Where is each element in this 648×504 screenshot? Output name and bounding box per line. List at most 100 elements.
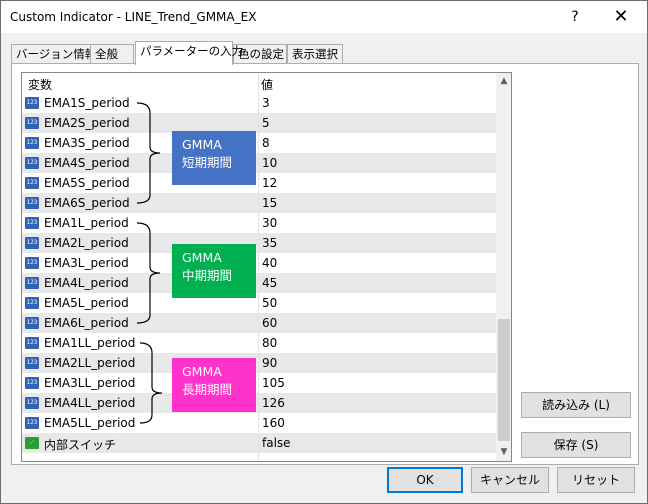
parameter-name: EMA2LL_period bbox=[44, 356, 136, 370]
gmma-long-label-line1: GMMA bbox=[182, 364, 222, 379]
load-button[interactable]: 読み込み (L) bbox=[521, 392, 631, 418]
parameter-name: EMA2L_period bbox=[44, 236, 129, 250]
integer-type-icon: 123 bbox=[25, 277, 39, 289]
integer-type-icon: 123 bbox=[25, 157, 39, 169]
parameter-name: EMA3S_period bbox=[44, 136, 130, 150]
table-row[interactable]: 123 EMA6S_period 15 bbox=[22, 193, 496, 213]
integer-type-icon: 123 bbox=[25, 357, 39, 369]
gmma-long-label-line2: 長期期間 bbox=[182, 382, 233, 397]
parameter-name: EMA3LL_period bbox=[44, 376, 136, 390]
parameter-value[interactable]: 3 bbox=[262, 96, 270, 110]
integer-type-icon: 123 bbox=[25, 97, 39, 109]
parameter-value[interactable]: 8 bbox=[262, 136, 270, 150]
header-variable: 変数 bbox=[28, 78, 53, 92]
parameter-value[interactable]: 90 bbox=[262, 356, 277, 370]
parameter-value[interactable]: 60 bbox=[262, 316, 277, 330]
table-row[interactable]: 123 EMA2LL_period 90 bbox=[22, 353, 496, 373]
custom-indicator-dialog: Custom Indicator - LINE_Trend_GMMA_EX ? … bbox=[0, 0, 648, 504]
parameter-value[interactable]: 160 bbox=[262, 416, 285, 430]
ok-button[interactable]: OK bbox=[387, 467, 463, 493]
scroll-thumb[interactable] bbox=[498, 319, 510, 441]
parameter-value[interactable]: 35 bbox=[262, 236, 277, 250]
gmma-mid-label-line1: GMMA bbox=[182, 250, 222, 265]
parameter-name: EMA6L_period bbox=[44, 316, 129, 330]
parameter-value[interactable]: 15 bbox=[262, 196, 277, 210]
help-button[interactable]: ? bbox=[561, 5, 589, 29]
scroll-down-arrow-icon[interactable]: ▼ bbox=[496, 444, 511, 461]
table-row[interactable]: 123 EMA2S_period 5 bbox=[22, 113, 496, 133]
parameter-name: EMA6S_period bbox=[44, 196, 130, 210]
parameter-value[interactable]: 30 bbox=[262, 216, 277, 230]
parameter-value[interactable]: 40 bbox=[262, 256, 277, 270]
scroll-up-arrow-icon[interactable]: ▲ bbox=[496, 73, 511, 90]
window-title: Custom Indicator - LINE_Trend_GMMA_EX bbox=[10, 10, 257, 24]
parameter-value[interactable]: false bbox=[262, 436, 291, 450]
parameter-value[interactable]: 12 bbox=[262, 176, 277, 190]
gmma-short-label: GMMA 短期期間 bbox=[172, 131, 256, 185]
parameter-name: EMA5L_period bbox=[44, 296, 129, 310]
grid-scrollbar[interactable]: ▲ ▼ bbox=[496, 73, 511, 461]
reset-button[interactable]: リセット bbox=[557, 467, 635, 493]
table-row[interactable]: 123 EMA3S_period 8 bbox=[22, 133, 496, 153]
integer-type-icon: 123 bbox=[25, 397, 39, 409]
integer-type-icon: 123 bbox=[25, 177, 39, 189]
grid-header: 変数 値 bbox=[22, 73, 496, 93]
table-row[interactable]: 123 EMA1LL_period 80 bbox=[22, 333, 496, 353]
integer-type-icon: 123 bbox=[25, 317, 39, 329]
gmma-short-label-line1: GMMA bbox=[182, 137, 222, 152]
parameter-value[interactable]: 10 bbox=[262, 156, 277, 170]
parameter-name: 内部スイッチ bbox=[44, 438, 117, 452]
table-row[interactable]: 123 EMA1S_period 3 bbox=[22, 93, 496, 113]
table-row[interactable]: 123 EMA2L_period 35 bbox=[22, 233, 496, 253]
tab-general[interactable]: 全般 bbox=[90, 44, 134, 64]
table-row[interactable]: 123 EMA4LL_period 126 bbox=[22, 393, 496, 413]
table-row[interactable]: 123 EMA5S_period 12 bbox=[22, 173, 496, 193]
table-row[interactable]: 123 EMA5L_period 50 bbox=[22, 293, 496, 313]
table-row[interactable]: 123 EMA5LL_period 160 bbox=[22, 413, 496, 433]
table-row[interactable]: ⁄ 内部スイッチ false bbox=[22, 433, 496, 453]
switch-type-icon: ⁄ bbox=[25, 437, 39, 449]
parameter-name: EMA4LL_period bbox=[44, 396, 136, 410]
parameter-value[interactable]: 105 bbox=[262, 376, 285, 390]
tab-parameters[interactable]: パラメーターの入力 bbox=[135, 41, 243, 65]
integer-type-icon: 123 bbox=[25, 117, 39, 129]
table-row[interactable]: 123 EMA1L_period 30 bbox=[22, 213, 496, 233]
table-row[interactable]: 123 EMA3L_period 40 bbox=[22, 253, 496, 273]
integer-type-icon: 123 bbox=[25, 237, 39, 249]
integer-type-icon: 123 bbox=[25, 257, 39, 269]
gmma-long-label: GMMA 長期期間 bbox=[172, 358, 256, 412]
parameter-value[interactable]: 50 bbox=[262, 296, 277, 310]
cancel-button[interactable]: キャンセル bbox=[471, 467, 549, 493]
table-row[interactable]: 123 EMA3LL_period 105 bbox=[22, 373, 496, 393]
integer-type-icon: 123 bbox=[25, 197, 39, 209]
table-row[interactable]: 123 EMA4S_period 10 bbox=[22, 153, 496, 173]
parameter-name: EMA5LL_period bbox=[44, 416, 136, 430]
table-row[interactable]: 123 EMA4L_period 45 bbox=[22, 273, 496, 293]
parameter-name: EMA4L_period bbox=[44, 276, 129, 290]
parameter-name: EMA3L_period bbox=[44, 256, 129, 270]
title-bar: Custom Indicator - LINE_Trend_GMMA_EX ? … bbox=[1, 1, 647, 33]
tab-version-info[interactable]: バージョン情報 bbox=[11, 44, 96, 64]
parameter-value[interactable]: 45 bbox=[262, 276, 277, 290]
table-row[interactable]: 123 EMA6L_period 60 bbox=[22, 313, 496, 333]
parameter-name: EMA1S_period bbox=[44, 96, 130, 110]
column-separator bbox=[258, 73, 259, 461]
parameter-name: EMA1LL_period bbox=[44, 336, 136, 350]
parameter-name: EMA4S_period bbox=[44, 156, 130, 170]
parameter-name: EMA1L_period bbox=[44, 216, 129, 230]
integer-type-icon: 123 bbox=[25, 337, 39, 349]
integer-type-icon: 123 bbox=[25, 417, 39, 429]
save-button[interactable]: 保存 (S) bbox=[521, 432, 631, 458]
close-button[interactable]: ✕ bbox=[603, 5, 639, 29]
integer-type-icon: 123 bbox=[25, 377, 39, 389]
gmma-mid-label-line2: 中期期間 bbox=[182, 268, 233, 283]
integer-type-icon: 123 bbox=[25, 137, 39, 149]
parameter-value[interactable]: 5 bbox=[262, 116, 270, 130]
parameter-grid: 変数 値 123 EMA1S_period 3 123 EMA2S_period 5 123… bbox=[21, 72, 512, 462]
tab-display-select[interactable]: 表示選択 bbox=[287, 44, 343, 64]
parameter-name: EMA5S_period bbox=[44, 176, 130, 190]
parameters-panel: 変数 値 123 EMA1S_period 3 123 EMA2S_period 5 123… bbox=[11, 63, 639, 465]
gmma-mid-label: GMMA 中期期間 bbox=[172, 244, 256, 298]
parameter-value[interactable]: 126 bbox=[262, 396, 285, 410]
parameter-value[interactable]: 80 bbox=[262, 336, 277, 350]
